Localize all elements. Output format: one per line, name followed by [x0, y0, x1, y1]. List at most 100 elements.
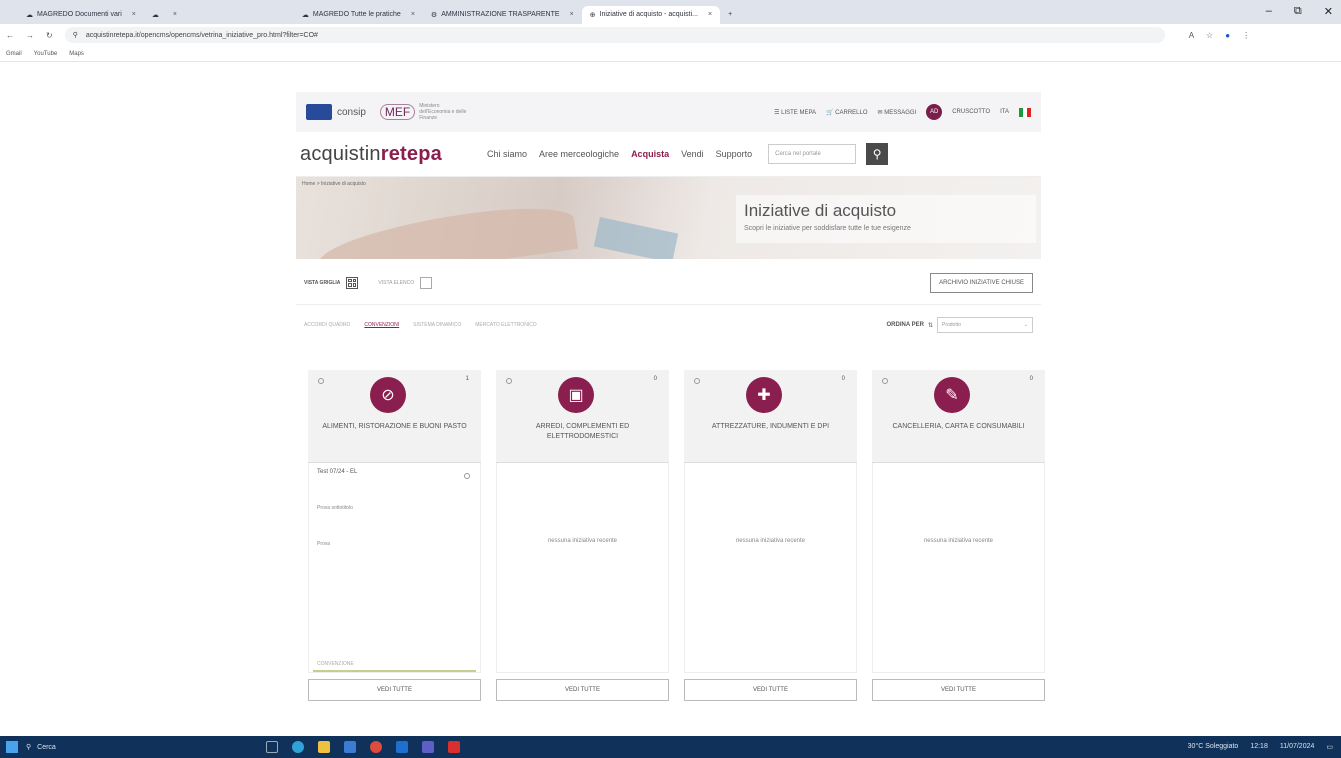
grid-view-label[interactable]: VISTA GRIGLIA [304, 280, 340, 286]
list-view-icon[interactable] [420, 276, 433, 289]
notification-icon[interactable]: ▭ [1326, 743, 1333, 751]
bookmark-youtube[interactable]: YouTube [34, 51, 58, 57]
grid-view-icon[interactable] [346, 276, 359, 289]
card-radio[interactable] [694, 378, 700, 384]
initiative-description: Prova [317, 541, 331, 547]
edge-icon[interactable] [292, 741, 304, 753]
teams-icon[interactable] [422, 741, 434, 753]
bookmark-gmail[interactable]: Gmail [6, 51, 22, 57]
card-count: 0 [841, 376, 845, 382]
card-header[interactable]: 0 ✚ ATTREZZATURE, INDUMENTI E DPI [684, 370, 857, 463]
list-view-label[interactable]: VISTA ELENCO [378, 280, 414, 286]
close-icon[interactable]: × [173, 11, 177, 18]
search-button[interactable]: ⚲ [866, 143, 889, 165]
nav-vendi[interactable]: Vendi [681, 149, 704, 159]
clock-time[interactable]: 12:18 [1250, 743, 1268, 751]
close-icon[interactable]: × [570, 11, 574, 18]
view-all-button[interactable]: VEDI TUTTE [308, 679, 481, 701]
mef-subtitle: Ministero dell'Economia e delle Finanze [419, 103, 467, 121]
maximize-icon[interactable]: ⧉ [1294, 5, 1302, 18]
dashboard-link[interactable]: CRUSCOTTO [952, 109, 990, 115]
minimize-icon[interactable]: – [1266, 5, 1272, 18]
mail-icon[interactable] [344, 741, 356, 753]
card-radio[interactable] [882, 378, 888, 384]
translate-icon[interactable]: A [1189, 31, 1194, 40]
browser-tab-active[interactable]: ⊕ Iniziative di acquisto - acquisti... × [581, 5, 721, 24]
view-all-button[interactable]: VEDI TUTTE [684, 679, 857, 701]
card-radio[interactable] [318, 378, 324, 384]
address-bar[interactable]: ⚲ acquistinretepa.it/opencms/opencms/vet… [64, 27, 1165, 43]
task-view-icon[interactable] [266, 741, 278, 753]
reload-icon[interactable]: ↻ [46, 31, 53, 40]
filter-convenzioni[interactable]: CONVENZIONI [364, 322, 399, 328]
view-all-button[interactable]: VEDI TUTTE [872, 679, 1045, 701]
nav-aree[interactable]: Aree merceologiche [539, 149, 619, 159]
chrome-icon[interactable] [370, 741, 382, 753]
view-switcher: VISTA GRIGLIA VISTA ELENCO ARCHIVIO INIZ… [296, 261, 1041, 305]
browser-tab[interactable]: ☁ × [144, 6, 294, 24]
messages-link[interactable]: ✉ MESSAGGI [878, 109, 917, 116]
close-icon[interactable]: × [411, 11, 415, 18]
explorer-icon[interactable] [318, 741, 330, 753]
breadcrumb[interactable]: Home > Iniziative di acquisto [302, 181, 366, 187]
star-icon[interactable]: ☆ [1206, 31, 1213, 40]
initiative-title[interactable]: Test 07/24 - EL [309, 463, 480, 481]
initiative-radio[interactable] [464, 473, 470, 479]
lang-select[interactable]: ITA [1000, 109, 1009, 115]
nav-supporto[interactable]: Supporto [716, 149, 753, 159]
filter-sistema[interactable]: SISTEMA DINAMICO [413, 322, 461, 328]
clock-date[interactable]: 11/07/2024 [1280, 743, 1315, 751]
eu-flag-logo [306, 104, 332, 120]
card-body: Test 07/24 - EL Prova sottotitolo Prova … [308, 463, 481, 673]
acrobat-icon[interactable] [448, 741, 460, 753]
category-cards: 1 ⊘ ALIMENTI, RISTORAZIONE E BUONI PASTO… [308, 370, 1045, 701]
site-info-icon[interactable]: ⚲ [73, 31, 78, 39]
view-all-button[interactable]: VEDI TUTTE [496, 679, 669, 701]
outlook-icon[interactable] [396, 741, 408, 753]
search-input[interactable]: Cerca nel portale [768, 144, 857, 164]
mef-logo[interactable]: MEF [379, 104, 416, 120]
card-body: nessuna iniziativa recente [872, 463, 1045, 673]
filter-mercato[interactable]: MERCATO ELETTRONICO [475, 322, 537, 328]
forward-icon[interactable]: → [26, 31, 34, 40]
sort-select[interactable]: Prodotto ⌄ [937, 317, 1033, 333]
nav-chi-siamo[interactable]: Chi siamo [487, 149, 527, 159]
consip-logo[interactable]: consip [337, 107, 366, 118]
card-header[interactable]: 1 ⊘ ALIMENTI, RISTORAZIONE E BUONI PASTO [308, 370, 481, 463]
cart-link[interactable]: 🛒 CARRELLO [826, 109, 867, 116]
nav-acquista[interactable]: Acquista [631, 149, 669, 159]
new-tab-button[interactable]: + [720, 6, 740, 24]
card-radio[interactable] [506, 378, 512, 384]
weather-widget[interactable]: 30°C Soleggiato [1188, 743, 1239, 751]
filter-accordi[interactable]: ACCORDI QUADRO [304, 322, 350, 328]
profile-icon[interactable]: ● [1225, 31, 1230, 40]
browser-tab[interactable]: ☁ MAGREDO Documenti vari × [18, 6, 144, 24]
card-title: ATTREZZATURE, INDUMENTI E DPI [711, 423, 830, 430]
browser-tab[interactable]: ☁ MAGREDO Tutte le pratiche × [294, 6, 423, 24]
site-logo[interactable]: acquistinretepa [300, 143, 442, 166]
liste-link[interactable]: ☰ LISTE MEPA [774, 109, 816, 116]
close-icon[interactable]: × [132, 11, 136, 18]
user-avatar[interactable]: AD [926, 104, 943, 120]
search-icon: ⚲ [26, 744, 32, 751]
card-header[interactable]: 0 ▣ ARREDI, COMPLEMENTI ED ELETTRODOMEST… [496, 370, 669, 463]
category-card: 0 ▣ ARREDI, COMPLEMENTI ED ELETTRODOMEST… [496, 370, 669, 701]
back-icon[interactable]: ← [6, 31, 14, 40]
card-header[interactable]: 0 ✎ CANCELLERIA, CARTA E CONSUMABILI [872, 370, 1045, 463]
address-row: ← → ↻ ⚲ acquistinretepa.it/opencms/openc… [0, 24, 1341, 46]
filter-bar: ACCORDI QUADRO CONVENZIONI SISTEMA DINAM… [296, 305, 1041, 345]
bookmarks-bar: Gmail YouTube Maps [0, 46, 1341, 62]
close-window-icon[interactable]: ✕ [1324, 5, 1333, 18]
page-title: Iniziative di acquisto [744, 201, 897, 220]
menu-icon[interactable]: ⋮ [1242, 31, 1250, 40]
browser-tab[interactable]: ⚙ AMMINISTRAZIONE TRASPARENTE × [423, 6, 582, 24]
close-icon[interactable]: × [708, 11, 712, 18]
bookmark-maps[interactable]: Maps [69, 51, 84, 57]
windows-start-icon[interactable] [6, 741, 18, 753]
archive-button[interactable]: ARCHIVIO INIZIATIVE CHIUSE [930, 272, 1033, 293]
chevron-down-icon: ⌄ [1023, 322, 1028, 328]
cloud-icon: ☁ [301, 11, 309, 19]
initiative-subtitle: Prova sottotitolo [317, 505, 353, 511]
taskbar-search[interactable]: ⚲ Cerca [26, 743, 226, 752]
italy-flag-icon [1019, 107, 1031, 117]
